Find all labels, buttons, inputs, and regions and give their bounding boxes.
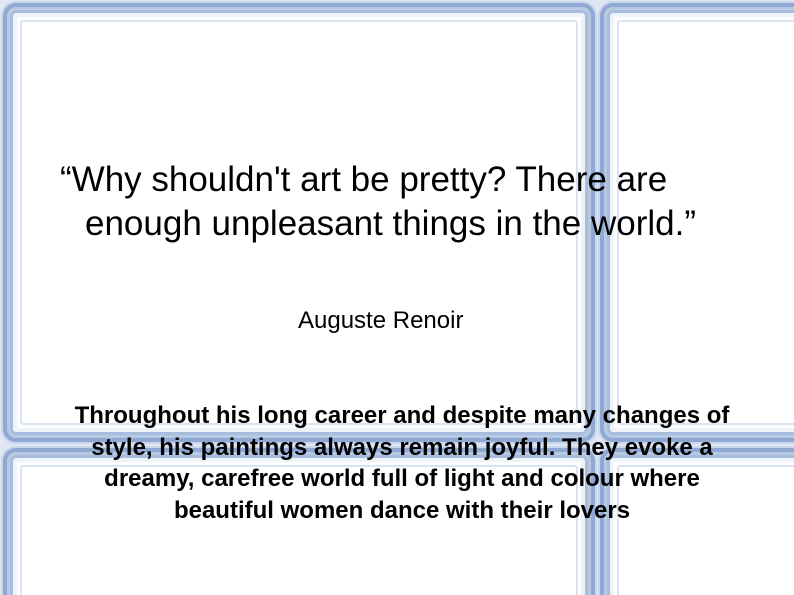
description-text: Throughout his long career and despite m… <box>74 402 730 524</box>
slide: “Why shouldn't art be pretty? There are … <box>0 0 794 595</box>
quote-text: “Why shouldn't art be pretty? There are … <box>60 158 785 246</box>
quote-body: “Why shouldn't art be pretty? There are … <box>60 160 696 243</box>
slide-content: “Why shouldn't art be pretty? There are … <box>0 0 794 595</box>
quote-author: Auguste Renoir <box>298 307 464 334</box>
